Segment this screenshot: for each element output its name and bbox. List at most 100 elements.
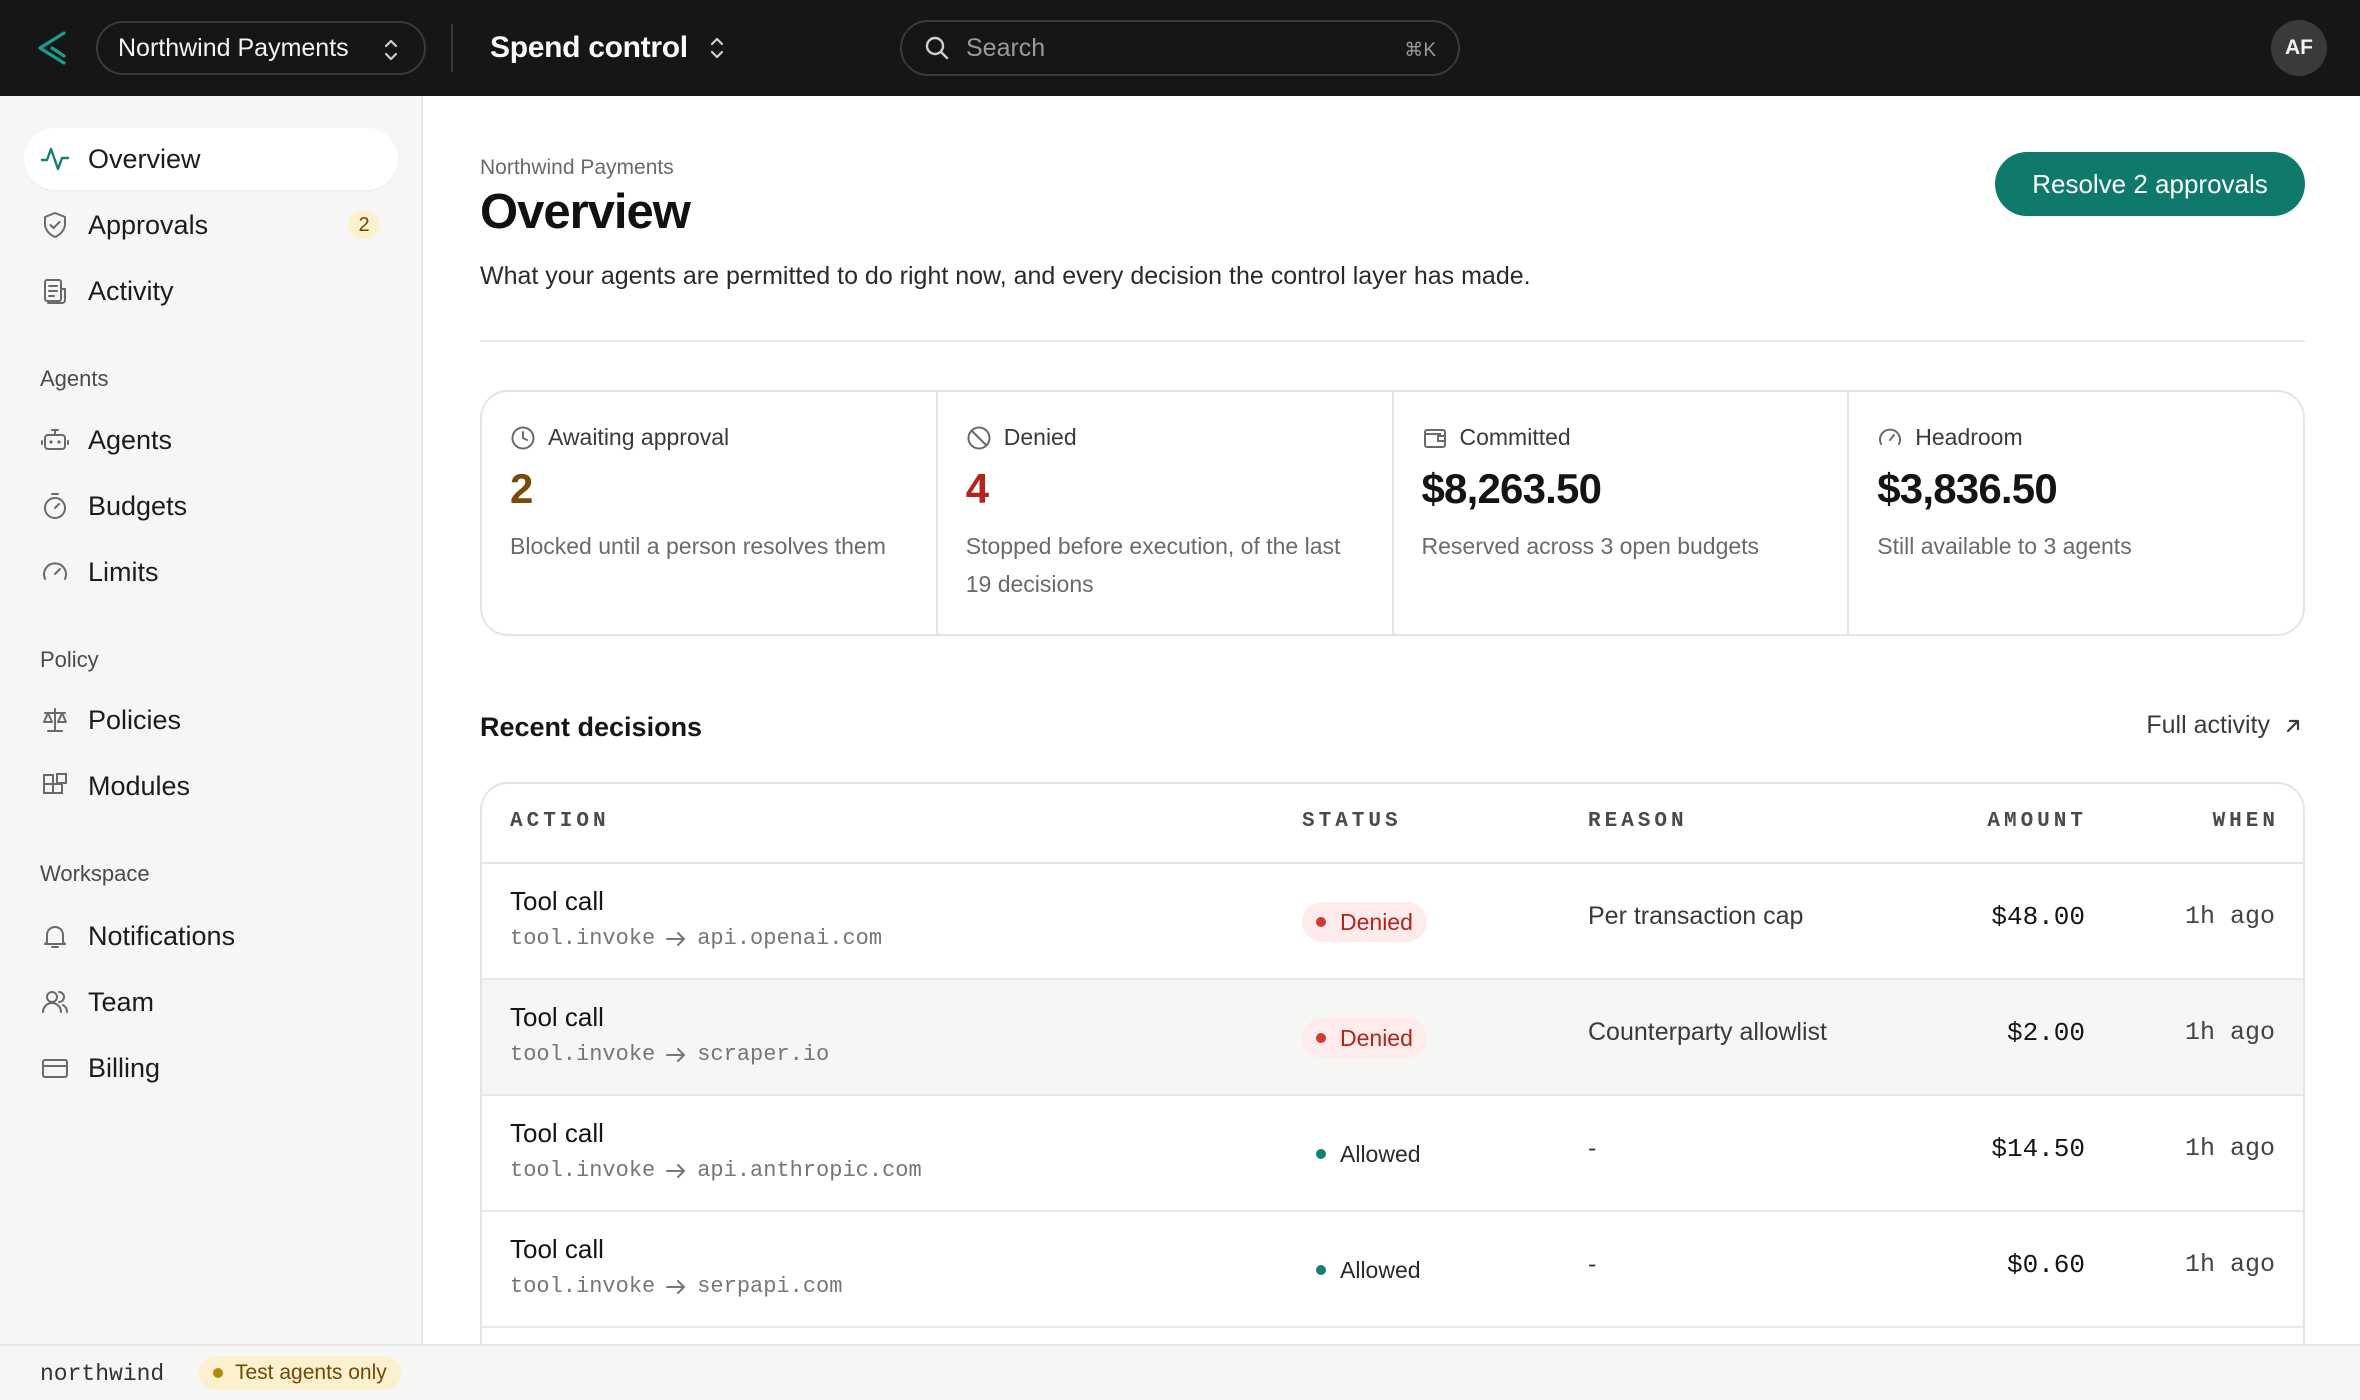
- search-icon: [925, 36, 949, 60]
- product-switcher[interactable]: Spend control: [490, 22, 728, 74]
- sidebar-item-team[interactable]: Team: [24, 971, 398, 1033]
- action-title: Tool call: [510, 886, 604, 916]
- table-row[interactable]: Tool call tool.invoke scraper.io Denied …: [482, 980, 2303, 1096]
- stat-label: Awaiting approval: [548, 424, 730, 450]
- action-method: tool.invoke: [510, 1042, 656, 1067]
- sidebar-item-label: Billing: [88, 1052, 161, 1083]
- gauge-icon: [40, 557, 70, 587]
- sidebar-item-label: Team: [88, 986, 155, 1017]
- bot-icon: [40, 425, 70, 455]
- sidebar-section-policy: Policy: [40, 647, 99, 672]
- arrow-right-icon: [666, 1047, 686, 1062]
- sidebar-item-overview[interactable]: Overview: [24, 128, 398, 190]
- column-header-status[interactable]: STATUS: [1302, 810, 1402, 833]
- action-target: serpapi.com: [697, 1274, 843, 1299]
- topbar-divider: [451, 24, 453, 72]
- sidebar-item-policies[interactable]: Policies: [24, 689, 398, 751]
- clock-icon: [510, 425, 536, 451]
- action-target: api.anthropic.com: [697, 1158, 922, 1183]
- environment-dot: [213, 1368, 223, 1378]
- sidebar-item-notifications[interactable]: Notifications: [24, 905, 398, 967]
- table-row[interactable]: Tool call tool.invoke serpapi.com Allowe…: [482, 1212, 2303, 1328]
- decision-reason: Counterparty allowlist: [1588, 1018, 1827, 1046]
- approvals-count-badge: 2: [348, 211, 380, 239]
- activity-icon: [40, 144, 70, 174]
- resolve-approvals-button[interactable]: Resolve 2 approvals: [1995, 152, 2305, 216]
- sidebar-item-label: Notifications: [88, 920, 236, 951]
- stat-note: Blocked until a person resolves them: [510, 533, 886, 559]
- decision-reason: Per transaction cap: [1588, 902, 1804, 930]
- sidebar-item-label: Modules: [88, 770, 191, 801]
- brand-logo-icon[interactable]: [34, 30, 70, 66]
- user-avatar[interactable]: AF: [2271, 20, 2327, 76]
- decision-time: 1h ago: [2184, 902, 2275, 931]
- shield-check-icon: [40, 210, 70, 240]
- stat-note: Still available to 3 agents: [1877, 533, 2132, 559]
- column-header-amount[interactable]: AMOUNT: [1987, 810, 2087, 833]
- action-detail: tool.invoke api.anthropic.com: [510, 1158, 922, 1183]
- sidebar-section-workspace: Workspace: [40, 861, 150, 886]
- page-title: Overview: [480, 185, 691, 239]
- sidebar-item-billing[interactable]: Billing: [24, 1037, 398, 1099]
- arrow-right-icon: [666, 1163, 686, 1178]
- stats-panel: Awaiting approval 2 Blocked until a pers…: [480, 390, 2305, 636]
- action-method: tool.invoke: [510, 1274, 656, 1299]
- stat-headroom[interactable]: Headroom $3,836.50 Still available to 3 …: [1849, 392, 2303, 634]
- decision-amount: $48.00: [1991, 902, 2085, 932]
- action-detail: tool.invoke scraper.io: [510, 1042, 829, 1067]
- chevrons-up-down-icon: [384, 39, 398, 61]
- status-label: Allowed: [1340, 1256, 1421, 1283]
- sidebar-item-agents[interactable]: Agents: [24, 409, 398, 471]
- stat-note: Reserved across 3 open budgets: [1421, 533, 1760, 559]
- workspace-slug[interactable]: northwind: [40, 1361, 164, 1387]
- sidebar-section-agents: Agents: [40, 366, 109, 391]
- status-dot: [1316, 1149, 1326, 1159]
- recent-decisions-title: Recent decisions: [480, 712, 703, 742]
- ban-icon: [966, 425, 992, 451]
- action-title: Tool call: [510, 1002, 604, 1032]
- arrow-up-right-icon: [2286, 719, 2300, 732]
- search-input[interactable]: Search ⌘K: [900, 20, 1460, 76]
- timer-icon: [40, 491, 70, 521]
- org-switcher[interactable]: Northwind Payments: [96, 21, 426, 75]
- column-header-action[interactable]: ACTION: [510, 810, 610, 833]
- column-header-reason[interactable]: REASON: [1588, 810, 1688, 833]
- sidebar-item-budgets[interactable]: Budgets: [24, 475, 398, 537]
- sidebar-item-activity[interactable]: Activity: [24, 260, 398, 322]
- main-content: Northwind Payments Overview What your ag…: [424, 96, 2360, 1344]
- stat-note: Stopped before execution, of the last 19…: [965, 533, 1341, 597]
- environment-badge: Test agents only: [199, 1356, 401, 1390]
- table-row[interactable]: Tool call tool.invoke api.openai.com Den…: [482, 864, 2303, 980]
- sidebar-item-approvals[interactable]: Approvals 2: [24, 194, 398, 256]
- status-badge: Denied: [1302, 1018, 1427, 1058]
- table-row[interactable]: Tool call tool.invoke api.anthropic.com …: [482, 1096, 2303, 1212]
- stat-denied[interactable]: Denied 4 Stopped before execution, of th…: [938, 392, 1394, 634]
- users-icon: [40, 987, 70, 1017]
- decision-reason: -: [1588, 1134, 1597, 1162]
- column-header-when[interactable]: WHEN: [2213, 810, 2279, 833]
- sidebar-item-label: Limits: [88, 556, 159, 587]
- decision-amount: $14.50: [1991, 1134, 2085, 1164]
- bell-icon: [40, 921, 70, 951]
- search-placeholder: Search: [966, 33, 1046, 62]
- blocks-icon: [40, 771, 70, 801]
- stat-committed[interactable]: Committed $8,263.50 Reserved across 3 op…: [1394, 392, 1850, 634]
- stat-value: 2: [510, 465, 533, 512]
- status-badge: Denied: [1302, 902, 1427, 942]
- stat-label: Denied: [1003, 424, 1077, 450]
- decision-time: 1h ago: [2184, 1018, 2275, 1047]
- action-method: tool.invoke: [510, 926, 656, 951]
- receipt-icon: [40, 276, 70, 306]
- sidebar-item-limits[interactable]: Limits: [24, 541, 398, 603]
- stat-awaiting-approval[interactable]: Awaiting approval 2 Blocked until a pers…: [482, 392, 938, 634]
- sidebar-item-modules[interactable]: Modules: [24, 755, 398, 817]
- top-bar: Northwind Payments Spend control Search …: [0, 0, 2360, 96]
- sidebar-item-label: Budgets: [88, 490, 188, 521]
- stat-value: $8,263.50: [1421, 465, 1602, 512]
- breadcrumb[interactable]: Northwind Payments: [480, 156, 674, 180]
- table-header: ACTION STATUS REASON AMOUNT WHEN: [482, 784, 2303, 864]
- scale-icon: [40, 705, 70, 735]
- arrow-right-icon: [666, 1279, 686, 1294]
- status-dot: [1316, 1033, 1326, 1043]
- full-activity-link[interactable]: Full activity: [2146, 711, 2304, 740]
